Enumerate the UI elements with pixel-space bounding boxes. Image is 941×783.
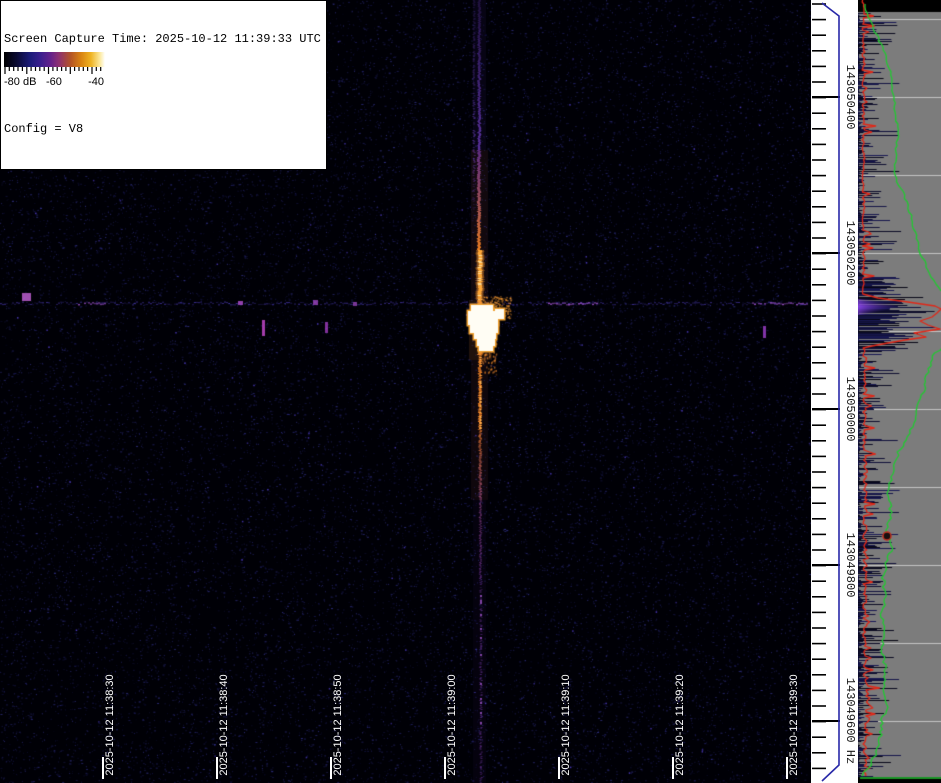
spectrum-lab-window: Screen Capture Time: 2025-10-12 11:39:33… [0,0,941,783]
intensity-colorbar[interactable]: -80 dB -60 -40 [4,52,105,90]
time-label: 2025-10-12 11:39:00 [446,674,458,776]
time-label: 2025-10-12 11:38:50 [332,674,344,776]
colorbar-label-60db: -60 [46,76,62,88]
time-label: 2025-10-12 11:39:20 [674,674,686,776]
frequency-label: 143050400 [843,64,857,130]
frequency-label: 143050200 [843,220,857,286]
frequency-label: 143049600 Hz [843,677,857,765]
spectrum-graph-panel[interactable] [858,0,941,783]
frequency-label: 143050000 [843,376,857,442]
time-label: 2025-10-12 11:39:10 [560,674,572,776]
config-text: Config = V8 [4,122,84,136]
capture-time-text: Screen Capture Time: 2025-10-12 11:39:33… [4,32,321,46]
colorbar-label-40db: -40 [88,76,104,88]
time-label: 2025-10-12 11:39:30 [788,674,800,776]
time-label: 2025-10-12 11:38:40 [218,674,230,776]
colorbar-gradient [4,52,105,67]
time-label: 2025-10-12 11:38:30 [104,674,116,776]
colorbar-ticks [4,67,105,75]
frequency-label: 143049800 [843,532,857,598]
colorbar-label-80db: -80 dB [4,76,37,88]
colorbar-labels: -80 dB -60 -40 [4,75,105,90]
frequency-scale[interactable]: 143050400 143050200 143050000 143049800 1430… [811,0,858,783]
